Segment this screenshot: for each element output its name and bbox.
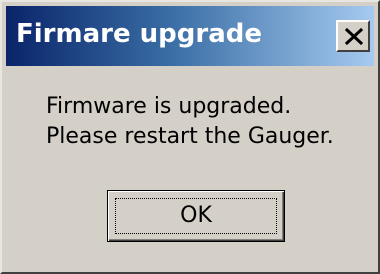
firmware-upgrade-dialog: Firmare upgrade Firmware is upgraded. Pl… xyxy=(0,0,380,274)
message-line-2: Please restart the Gauger. xyxy=(46,124,334,149)
close-icon xyxy=(344,27,364,46)
title-bar[interactable]: Firmare upgrade xyxy=(6,6,374,66)
ok-button-label: OK xyxy=(180,203,212,228)
window-title: Firmare upgrade xyxy=(16,19,262,49)
close-button[interactable] xyxy=(336,20,370,52)
message-text: Firmware is upgraded. Please restart the… xyxy=(46,92,334,152)
message-line-1: Firmware is upgraded. xyxy=(46,94,292,119)
ok-button[interactable]: OK xyxy=(107,190,285,242)
